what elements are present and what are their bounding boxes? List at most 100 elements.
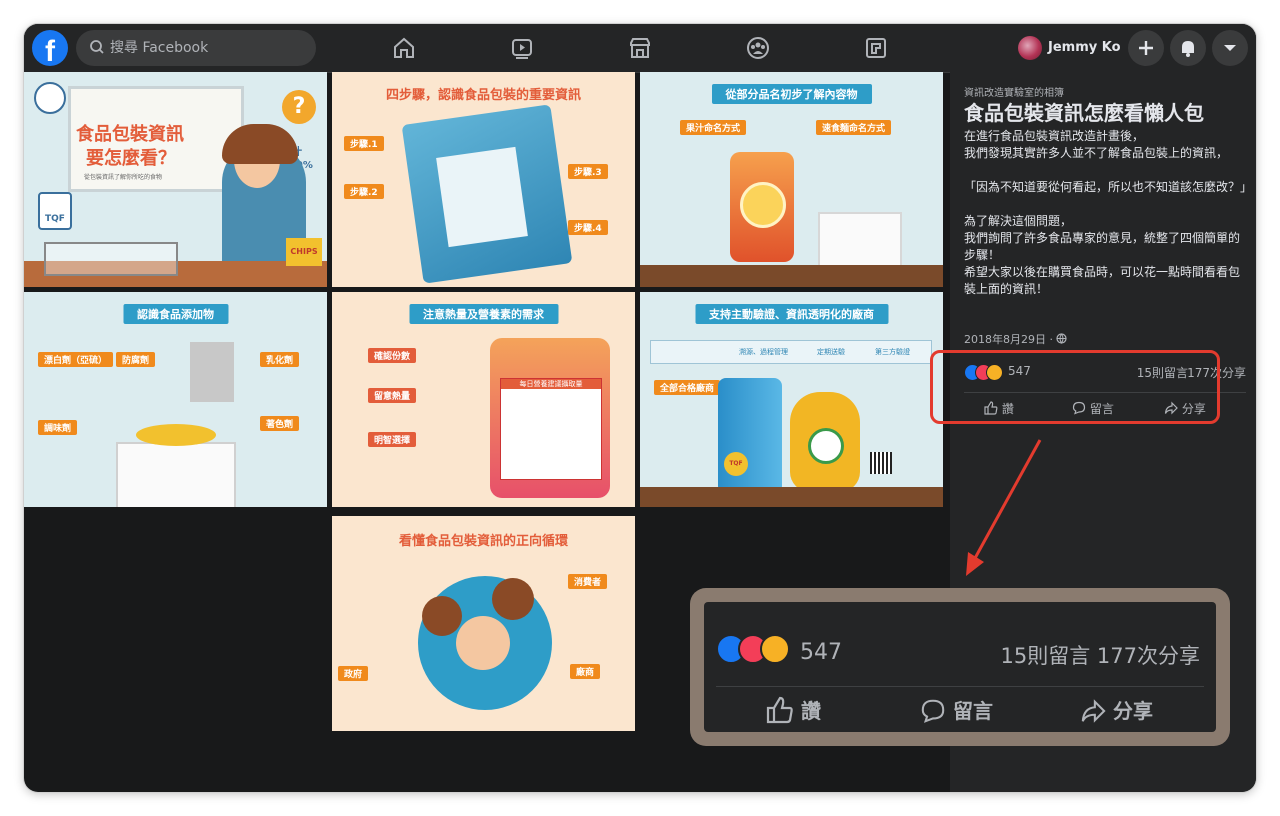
step2-tag: 步驟.2 [344,184,384,199]
account-menu-button[interactable] [1212,30,1248,66]
photo-positive-cycle[interactable]: 看懂食品包裝資訊的正向循環 消費者 政府 廠商 [332,516,635,731]
user-name: Jemmy Ko [1048,40,1121,55]
additive-tag-4: 調味劑 [38,420,78,435]
photo-product-names[interactable]: 從部分品名初步了解內容物 果汁命名方式 速食麵命名方式 [640,72,943,287]
album-source-link[interactable]: 資訊改造實驗室的相簿 [964,84,1064,99]
photo-four-steps[interactable]: 四步驟，認識食品包裝的重要資訊 步驟.1 步驟.2 步驟.3 步驟.4 [332,72,635,287]
tile6-title: 支持主動驗證、資訊透明化的廠商 [695,304,888,324]
additive-tag-3: 乳化劑 [260,352,300,367]
vendor-tag: 全部合格廠商 [654,380,721,395]
tile1-subtitle: 從包裝資訊了解你所吃的食物 [84,174,163,181]
post-date-text: 2018年8月29日 · [964,333,1053,346]
groups-icon[interactable] [744,34,772,62]
zoomed-reaction-count: 547 [800,640,842,665]
step3-tag: 步驟.3 [568,164,608,179]
check-3: 第三方驗證 [875,348,910,356]
juice-naming-tag: 果汁命名方式 [680,120,747,135]
tile1-title-line2: 要怎麼看？ [86,148,176,169]
comment-icon [921,699,945,723]
person-2 [492,578,534,620]
highlight-annotation [930,350,1220,424]
post-date[interactable]: 2018年8月29日 · [964,331,1068,347]
create-button[interactable] [1128,30,1164,66]
search-input[interactable]: 搜尋 Facebook [76,30,316,66]
tile4-title: 認識食品添加物 [123,304,228,324]
step1-tag: 步驟.1 [344,136,384,151]
tqf-logo: TQF [38,192,72,230]
tile3-title: 從部分品名初步了解內容物 [711,84,872,104]
nutrition-label-head: 每日營養建議攝取量 [501,379,601,389]
government-tag: 政府 [338,666,369,681]
profile-link[interactable]: Jemmy Ko [1018,32,1121,64]
check-1: 溯源、過程管理 [739,348,788,356]
divider [716,686,1204,687]
zoomed-reactions-panel: 547 15則留言 177次分享 讚 留言 分享 [704,602,1216,732]
noodles [136,424,216,446]
post-paragraph: 我們發現其實許多人並不了解食品包裝上的資訊， [964,146,1229,160]
checks-bar: 溯源、過程管理 定期送驗 第三方驗證 [650,340,932,364]
tile7-title: 看懂食品包裝資訊的正向循環 [398,534,568,549]
post-title: 食品包裝資訊怎麼看懶人包 [964,101,1204,125]
zoomed-share-button[interactable]: 分享 [1080,696,1153,726]
consumer-tag: 消費者 [568,574,608,589]
chips-bag: CHIPS [286,238,322,266]
zoomed-share-count[interactable]: 177次分享 [1097,644,1200,668]
tile1-title-line1: 食品包裝資訊 [76,124,184,145]
nutrient-tag-1: 確認份數 [368,348,417,363]
nutrient-tag-2: 留意熱量 [368,388,417,403]
label-panel [436,146,528,248]
additive-tag-1: 漂白劑（亞硫） [38,352,114,367]
step4-tag: 步驟.4 [568,220,608,235]
orange-slice [740,182,786,228]
share-icon [1081,699,1106,723]
additive-tag-2: 防腐劑 [116,352,156,367]
tile5-title: 注意熱量及營養素的需求 [409,304,558,324]
gaming-icon[interactable] [862,34,890,62]
photo-food-label-cover[interactable]: 食品包裝資訊 要怎麼看？ 從包裝資訊了解你所吃的食物 ? 果汁 100% TQF… [24,72,327,287]
can-illustration [718,378,782,494]
zoomed-comment-count[interactable]: 15則留言 [1000,644,1090,668]
additive-tag-5: 著色劑 [260,416,300,431]
qr-code [870,452,892,474]
globe-icon [1056,333,1068,344]
notifications-icon [1182,41,1194,57]
post-paragraph: 在進行食品包裝資訊改造計畫後， [964,129,1145,143]
question-icon: ? [282,90,316,124]
watch-icon[interactable] [508,34,536,62]
photo-calories-nutrients[interactable]: 注意熱量及營養素的需求 確認份數 留意熱量 明智選擇 每日營養建議攝取量 [332,292,635,507]
like-icon [766,696,793,724]
shopping-basket [44,242,178,276]
facebook-logo-icon[interactable]: f [32,30,68,66]
noodle-naming-tag: 速食麵命名方式 [816,120,892,135]
manufacturer-tag: 廠商 [570,664,601,679]
check-2: 定期送驗 [817,348,845,356]
post-paragraph: 為了解決這個問題， [964,214,1073,228]
person-1 [422,596,462,636]
search-icon [90,40,104,54]
noodle-bowl [116,442,236,507]
tile2-title: 四步驟，認識食品包裝的重要資訊 [385,88,581,103]
home-icon[interactable] [390,34,418,62]
photo-food-additives[interactable]: 認識食品添加物 漂白劑（亞硫） 防腐劑 乳化劑 調味劑 著色劑 [24,292,327,507]
shopper-hair [222,124,298,164]
nutrition-label: 每日營養建議攝取量 [500,378,602,480]
logo-badge [34,82,66,114]
zoomed-comment-button[interactable]: 留言 [920,696,993,726]
post-paragraph: 「因為不知道要從何看起，所以也不知道該怎麼改？」 [964,180,1253,194]
marketplace-icon[interactable] [626,34,654,62]
zoomed-callout: 547 15則留言 177次分享 讚 留言 分享 [690,588,1230,746]
certification-mark [808,428,844,464]
tqf-can-logo: TQF [724,452,748,476]
plus-icon [1139,41,1153,55]
zoomed-share-label: 分享 [1112,699,1153,723]
counter [640,265,943,287]
post-body: 在進行食品包裝資訊改造計畫後， 我們發現其實許多人並不了解食品包裝上的資訊， 「… [964,128,1253,298]
haha-reaction-icon [760,634,790,664]
zoomed-comments-shares: 15則留言 177次分享 [1000,640,1200,670]
photo-verified-vendors[interactable]: 支持主動驗證、資訊透明化的廠商 溯源、過程管理 定期送驗 第三方驗證 全部合格廠… [640,292,943,507]
zoomed-comment-label: 留言 [952,699,993,723]
notifications-button[interactable] [1170,30,1206,66]
counter [640,487,943,507]
zoomed-like-button[interactable]: 讚 [766,696,821,726]
vendor-face [456,616,510,670]
